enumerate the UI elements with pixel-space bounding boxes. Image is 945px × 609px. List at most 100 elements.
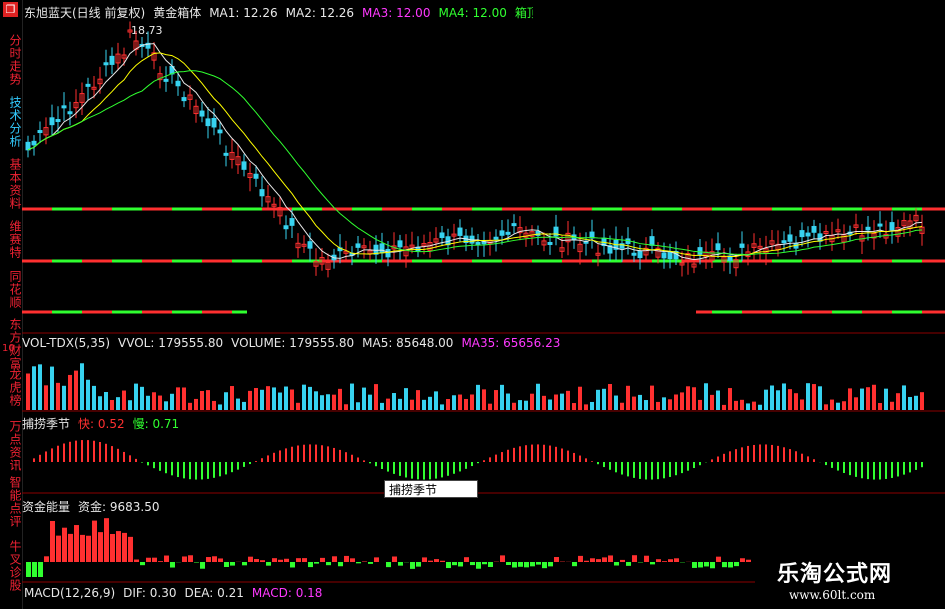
volume-bar <box>620 402 624 410</box>
fund-bar <box>656 559 661 562</box>
volume-bar <box>290 389 294 410</box>
fund-bar <box>302 558 307 562</box>
fund-bar <box>116 531 121 562</box>
fund-bar <box>218 558 223 562</box>
volume-bar <box>548 399 552 410</box>
volume-bar <box>692 387 696 410</box>
fund-bar <box>722 562 727 568</box>
volume-bar <box>800 399 804 410</box>
volume-bar <box>644 400 648 410</box>
volume-bar <box>470 394 474 410</box>
fund-value: 资金: 9683.50 <box>78 500 160 514</box>
volume-bar <box>518 400 522 410</box>
volume-bar <box>230 386 234 410</box>
fund-bar <box>452 562 457 566</box>
volume-bar <box>314 391 318 410</box>
candle-body <box>865 226 871 231</box>
volume-bar <box>536 383 540 410</box>
fund-bar <box>362 561 367 562</box>
candle-body <box>475 241 481 245</box>
volume-bar <box>674 394 678 410</box>
volume-bar <box>914 395 918 410</box>
candle-body <box>805 232 811 237</box>
vol-ma35-value: MA35: 65656.23 <box>461 336 561 350</box>
fund-bar <box>716 556 721 562</box>
fund-bar <box>158 561 163 562</box>
fund-bar <box>188 555 193 562</box>
volume-bar <box>188 402 192 410</box>
fund-bar <box>26 562 31 577</box>
fund-bar <box>632 555 637 562</box>
volume-bar <box>464 398 468 410</box>
season-title: 捕捞季节 <box>22 417 71 431</box>
candle-body <box>25 141 31 151</box>
volume-bar <box>506 393 510 410</box>
volume-bar <box>710 394 714 410</box>
fund-bar <box>224 562 229 567</box>
candle-body <box>199 110 205 117</box>
volume-bar <box>722 404 726 410</box>
fund-bar <box>194 562 199 563</box>
volume-bar <box>638 394 642 410</box>
fund-bar <box>134 559 139 562</box>
candle-body <box>811 225 817 233</box>
volume-bar <box>134 383 138 410</box>
volume-bar <box>530 393 534 410</box>
volume-bar <box>26 373 30 410</box>
candle-body <box>499 230 505 236</box>
candle-body <box>631 252 637 256</box>
candle-body <box>241 161 247 170</box>
fund-bar <box>614 562 619 566</box>
fund-bar <box>56 535 61 562</box>
volume-bar <box>860 388 864 410</box>
volume-bar <box>818 386 822 410</box>
volume-bar <box>908 396 912 410</box>
macd-title: MACD(12,26,9) <box>24 586 116 600</box>
volume-bar <box>236 398 240 410</box>
fund-bar <box>482 562 487 565</box>
volume-bar <box>614 395 618 410</box>
redacted-area-middle <box>247 279 696 331</box>
fund-bar <box>548 562 553 567</box>
candle-body <box>175 80 181 87</box>
volume-bar <box>350 383 354 410</box>
volume-bar <box>392 393 396 410</box>
candle-body <box>283 225 289 230</box>
volume-bar <box>830 399 834 410</box>
volume-bar <box>446 399 450 410</box>
volume-bar <box>848 388 852 410</box>
volume-bar <box>386 398 390 410</box>
candle-body <box>289 218 295 226</box>
volume-bar <box>920 392 924 410</box>
volume-bar <box>734 400 738 410</box>
fund-bar <box>536 562 541 565</box>
volume-bar <box>128 400 132 410</box>
volume-bar <box>872 384 876 410</box>
volume-bar <box>362 387 366 410</box>
candle-body <box>397 240 403 248</box>
fund-bar <box>104 518 109 562</box>
candle-body <box>181 97 187 102</box>
volume-bar <box>272 387 276 410</box>
volume-bar <box>98 396 102 410</box>
candle-body <box>379 243 385 254</box>
candle-body <box>217 129 223 134</box>
candle-body <box>439 232 445 239</box>
fund-bar <box>584 560 589 562</box>
fund-bar <box>92 520 97 562</box>
volume-bar <box>218 404 222 410</box>
volume-bar <box>428 396 432 410</box>
volume-bar <box>146 395 150 410</box>
fund-bar <box>596 559 601 562</box>
volume-bar <box>590 401 594 410</box>
volume-bar <box>602 388 606 410</box>
fund-bar <box>470 562 475 566</box>
fund-bar <box>668 559 673 562</box>
volume-bar <box>38 364 42 410</box>
fund-bar <box>140 562 145 566</box>
volume-bar <box>452 395 456 410</box>
candle-body <box>661 252 667 259</box>
candle-body <box>715 243 721 251</box>
candle-body <box>355 243 361 248</box>
volume-bar <box>572 403 576 410</box>
